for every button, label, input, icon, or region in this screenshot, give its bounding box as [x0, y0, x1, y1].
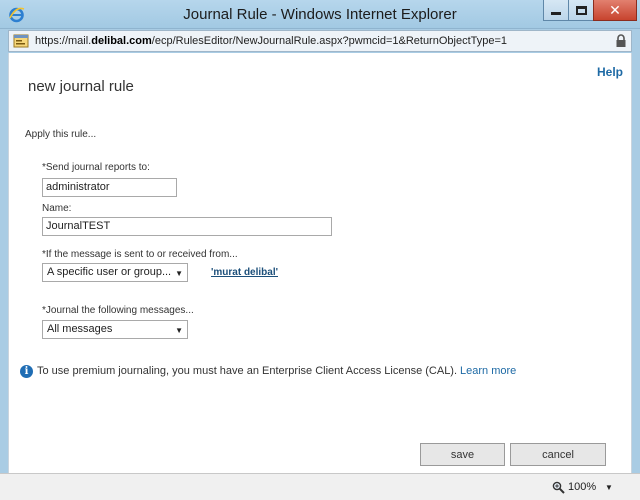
condition-label: *If the message is sent to or received f… [42, 249, 238, 260]
journal-messages-dropdown[interactable]: All messages ▼ [42, 320, 188, 339]
url-text: https://mail.delibal.com/ecp/RulesEditor… [35, 35, 507, 47]
info-text: To use premium journaling, you must have… [37, 365, 458, 377]
learn-more-link[interactable]: Learn more [460, 365, 516, 377]
content-area: Help new journal rule Apply this rule...… [8, 53, 632, 473]
close-button[interactable]: ✕ [593, 0, 637, 21]
minimize-button[interactable] [543, 0, 569, 21]
zoom-icon[interactable] [552, 481, 565, 494]
maximize-icon [575, 5, 587, 15]
chevron-down-icon: ▼ [175, 269, 183, 278]
zoom-level[interactable]: 100% [568, 481, 596, 493]
zoom-dropdown-icon[interactable]: ▼ [605, 483, 613, 492]
journal-messages-dropdown-value: All messages [47, 323, 113, 335]
chevron-down-icon: ▼ [175, 326, 183, 335]
help-link[interactable]: Help [597, 65, 623, 79]
url-path: /ecp/RulesEditor/NewJournalRule.aspx?pwm… [151, 35, 508, 47]
address-bar[interactable]: https://mail.delibal.com/ecp/RulesEditor… [8, 30, 632, 52]
lock-icon[interactable] [615, 34, 627, 48]
name-label: Name: [42, 203, 72, 214]
cancel-button[interactable]: cancel [510, 443, 606, 466]
save-button[interactable]: save [420, 443, 505, 466]
page-icon [13, 34, 29, 48]
maximize-button[interactable] [568, 0, 594, 21]
url-domain: delibal.com [91, 35, 152, 47]
send-reports-input[interactable]: administrator [42, 178, 177, 197]
page-title: new journal rule [28, 78, 134, 95]
condition-dropdown-value: A specific user or group... [47, 266, 172, 278]
name-input[interactable]: JournalTEST [42, 217, 332, 236]
title-bar: Journal Rule - Windows Internet Explorer… [0, 0, 640, 29]
apply-rule-text: Apply this rule... [25, 129, 97, 140]
condition-dropdown[interactable]: A specific user or group... ▼ [42, 263, 188, 282]
journal-messages-label: *Journal the following messages... [42, 305, 194, 316]
recipient-link[interactable]: 'murat delibal' [211, 267, 278, 278]
info-icon: i [20, 364, 33, 378]
send-reports-label: *Send journal reports to: [42, 162, 150, 173]
status-bar: 100% ▼ [0, 473, 640, 500]
minimize-icon [551, 11, 561, 15]
url-scheme: https://mail. [35, 35, 92, 47]
close-icon: ✕ [609, 2, 621, 18]
info-row: i To use premium journaling, you must ha… [20, 363, 516, 379]
